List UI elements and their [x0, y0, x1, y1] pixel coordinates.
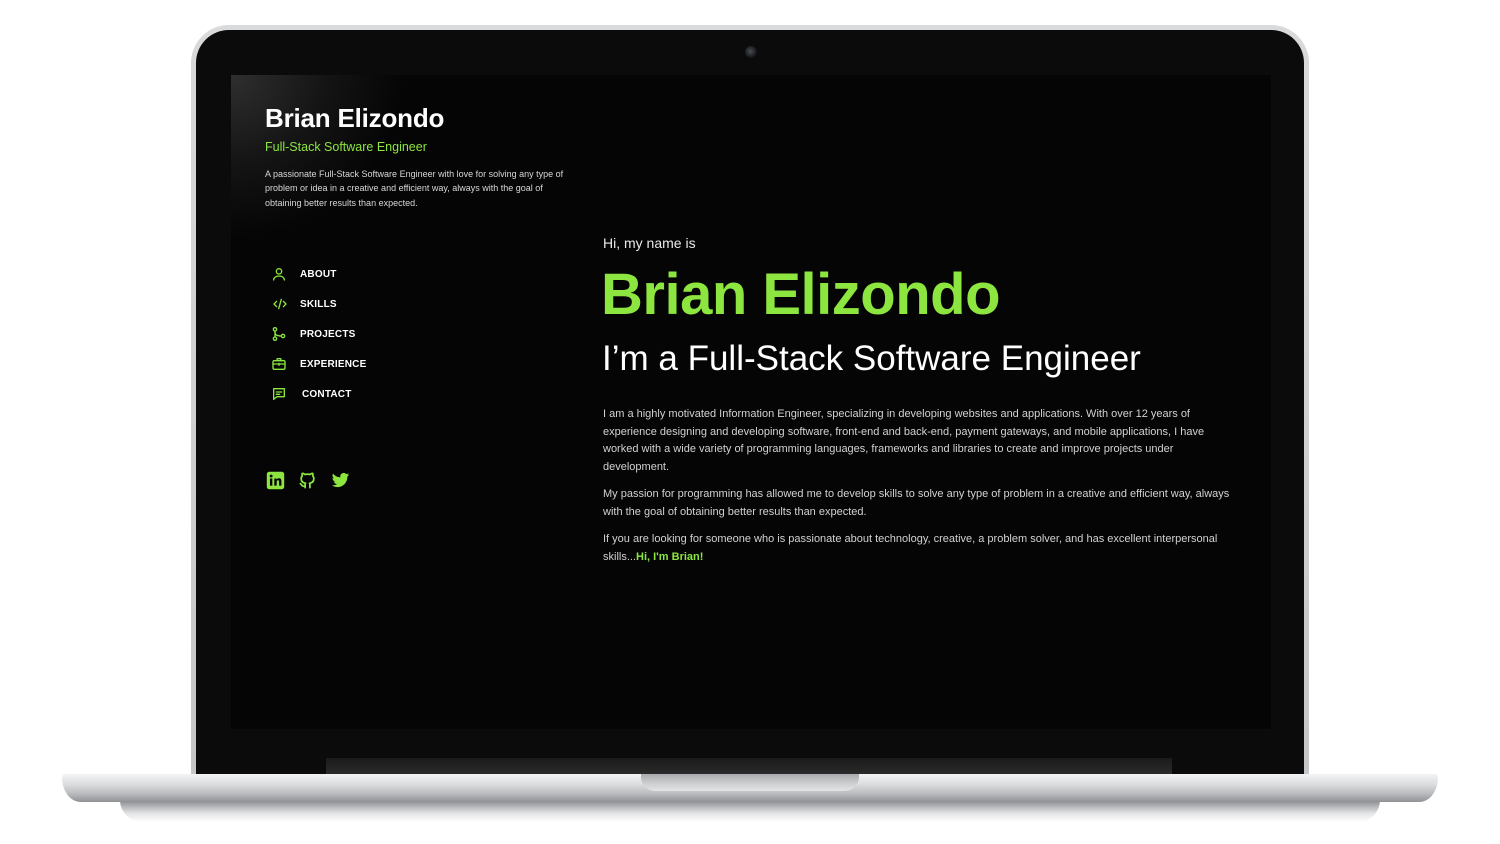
greeting: Hi, my name is	[603, 235, 696, 251]
nav-item-experience[interactable]: EXPERIENCE	[271, 349, 366, 379]
webcam	[745, 46, 757, 58]
base-shadow	[120, 800, 1380, 822]
corner-glow	[231, 75, 401, 235]
user-icon	[271, 265, 293, 283]
bio-highlight: Hi, I'm Brian!	[636, 550, 704, 563]
github-icon[interactable]	[298, 471, 317, 490]
nav-item-skills[interactable]: SKILLS	[271, 289, 366, 319]
brand-title: Full-Stack Software Engineer	[265, 140, 427, 154]
linkedin-icon[interactable]	[266, 471, 285, 490]
brand-description: A passionate Full-Stack Software Enginee…	[265, 169, 564, 208]
bio-paragraph: I am a highly motivated Information Engi…	[603, 408, 1205, 473]
hero-role: I’m a Full-Stack Software Engineer	[602, 339, 1141, 378]
brand-name: Brian Elizondo	[265, 103, 445, 133]
nav-label: ABOUT	[300, 268, 337, 280]
social-links	[266, 471, 350, 490]
bio: I am a highly motivated Information Engi…	[603, 406, 1233, 576]
git-branch-icon	[271, 325, 293, 343]
bio-paragraph: My passion for programming has allowed m…	[603, 488, 1230, 518]
bio-paragraph-last: If you are looking for someone who is pa…	[603, 531, 1233, 566]
twitter-icon[interactable]	[330, 471, 350, 490]
hero-name: Brian Elizondo	[601, 262, 1001, 327]
nav-item-projects[interactable]: PROJECTS	[271, 319, 366, 349]
briefcase-icon	[271, 355, 293, 373]
nav-label: SKILLS	[300, 298, 337, 310]
website-screen: Brian Elizondo Full-Stack Software Engin…	[231, 75, 1271, 729]
nav-item-about[interactable]: ABOUT	[271, 259, 366, 289]
nav-item-contact[interactable]: CONTACT	[271, 379, 366, 409]
nav-label: PROJECTS	[300, 328, 356, 340]
message-icon	[271, 385, 293, 403]
laptop-hinge	[326, 758, 1172, 774]
main-nav: ABOUT SKILLS PROJECTS EXPERIENCE CONTACT	[271, 259, 366, 409]
nav-label: EXPERIENCE	[300, 358, 367, 370]
nav-label: CONTACT	[302, 388, 352, 400]
code-icon	[271, 295, 293, 313]
laptop-notch	[641, 774, 859, 791]
